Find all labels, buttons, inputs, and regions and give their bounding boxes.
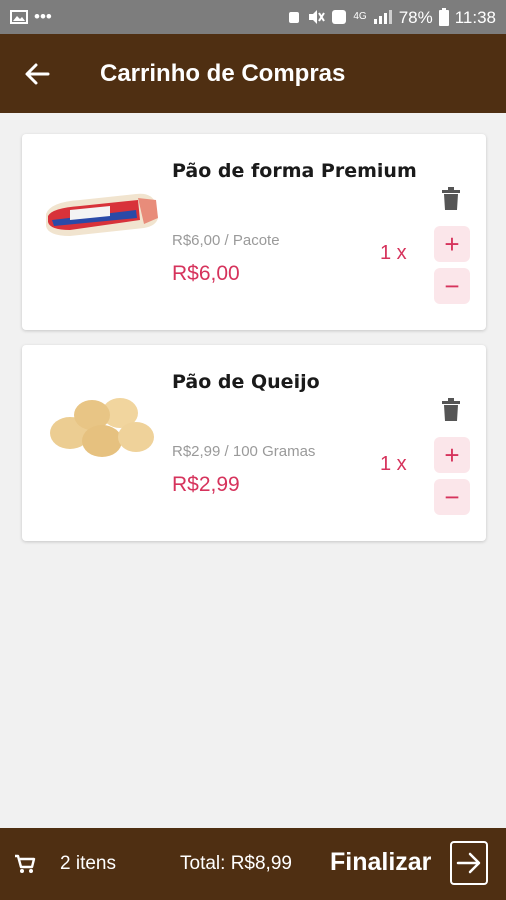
product-name: Pão de forma Premium: [172, 160, 417, 182]
status-right: 4G 78% 11:38: [287, 8, 496, 26]
network-label: 4G: [353, 11, 367, 22]
quantity-label: 1 x: [380, 242, 407, 264]
increase-quantity-button[interactable]: +: [434, 226, 470, 262]
checkout-arrow-button[interactable]: [450, 841, 488, 885]
bread-loaf-image: [46, 193, 158, 236]
cart-total: Total: R$8,99: [180, 853, 292, 874]
product-name: Pão de Queijo: [172, 371, 320, 393]
trash-icon[interactable]: [440, 397, 462, 423]
battery-percent: 78%: [398, 7, 433, 27]
cart-icon: [15, 854, 36, 873]
mute-icon: [309, 10, 326, 24]
clock: 11:38: [454, 7, 496, 27]
page-title: Carrinho de Compras: [100, 59, 346, 87]
decrease-quantity-button[interactable]: −: [434, 479, 470, 515]
more-notifications-icon: •••: [34, 7, 52, 26]
checkout-button[interactable]: Finalizar: [330, 848, 431, 877]
unit-price: R$2,99 / 100 Gramas: [172, 443, 316, 460]
cheese-bread-image: [50, 398, 154, 457]
gallery-icon: [10, 10, 28, 24]
item-total-price: R$6,00: [172, 262, 240, 285]
trash-icon[interactable]: [440, 186, 462, 212]
cart-item: Pão de forma Premium R$6,00 / Pacote R$6…: [22, 134, 486, 330]
item-count: 2 itens: [60, 853, 116, 874]
back-button[interactable]: [22, 59, 52, 89]
call-icon: [332, 10, 347, 24]
item-total-price: R$2,99: [172, 473, 240, 496]
quantity-label: 1 x: [380, 453, 407, 475]
cart-item: Pão de Queijo R$2,99 / 100 Gramas R$2,99…: [22, 345, 486, 541]
battery-icon: [438, 8, 449, 26]
alarm-icon: [289, 12, 300, 23]
checkout-bar: 2 itens Total: R$8,99 Finalizar: [0, 828, 506, 900]
increase-quantity-button[interactable]: +: [434, 437, 470, 473]
signal-icon: [373, 10, 392, 24]
arrow-left-icon: [25, 63, 50, 84]
arrow-right-icon: [456, 852, 481, 874]
status-bar: ••• 4G 78% 11:38: [0, 0, 506, 34]
unit-price: R$6,00 / Pacote: [172, 232, 280, 249]
app-bar: Carrinho de Compras: [0, 34, 506, 113]
status-left: •••: [10, 7, 52, 27]
decrease-quantity-button[interactable]: −: [434, 268, 470, 304]
